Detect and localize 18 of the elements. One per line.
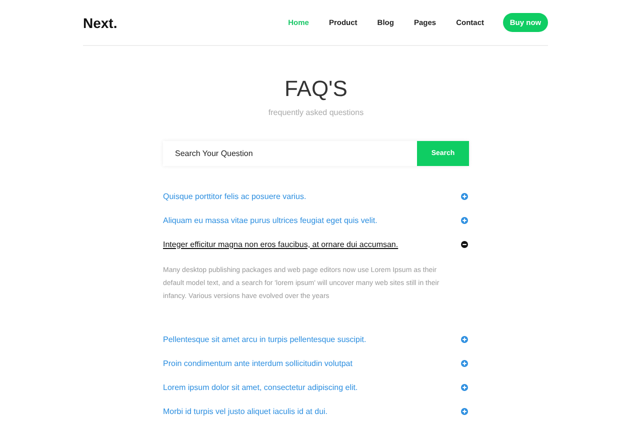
expand-icon[interactable] xyxy=(461,360,468,366)
page-title: FAQ'S xyxy=(284,77,348,101)
search-field[interactable]: Search Your Question xyxy=(163,141,417,166)
faq-question[interactable]: Pellentesque sit amet arcu in turpis pellentesque suscipit. xyxy=(163,334,366,344)
faq-question[interactable]: Quisque porttitor felis ac posuere varius. xyxy=(163,192,306,200)
logo[interactable]: Next. xyxy=(83,14,118,30)
faq-question[interactable]: Morbi id turpis vel justo aliquet iaculis id at dui. xyxy=(163,406,328,416)
collapse-icon[interactable] xyxy=(461,240,468,248)
expand-icon[interactable] xyxy=(461,408,468,414)
expand-icon[interactable] xyxy=(461,384,468,390)
faq-question[interactable]: Lorem ipsum dolor sit amet, consectetur adipiscing elit. xyxy=(163,382,358,392)
expand-icon[interactable] xyxy=(461,192,468,200)
expand-icon[interactable] xyxy=(461,336,468,342)
faq-question[interactable]: Aliquam eu massa vitae purus ultrices feugiat eget quis velit. xyxy=(163,216,378,224)
expand-icon[interactable] xyxy=(461,216,468,224)
faq-question[interactable]: Proin condimentum ante interdum sollicitudin volutpat xyxy=(163,358,352,368)
page-subtitle: frequently asked questions xyxy=(267,108,365,117)
faq-question[interactable]: Integer efficitur magna non eros faucibus, at ornare dui accumsan. xyxy=(163,240,398,248)
